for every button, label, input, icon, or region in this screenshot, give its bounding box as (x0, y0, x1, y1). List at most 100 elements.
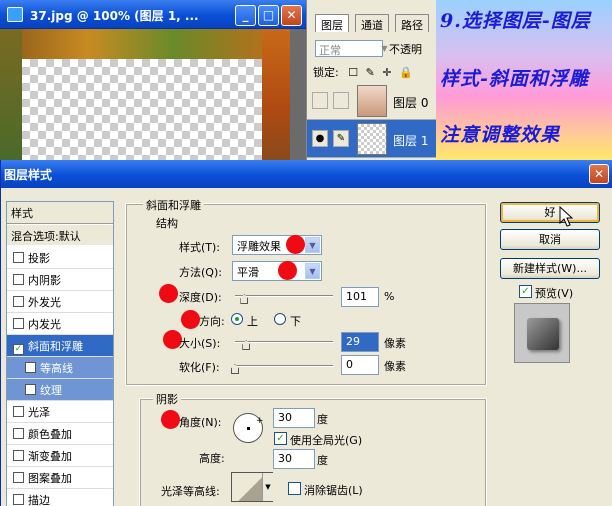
checkbox[interactable] (13, 494, 24, 505)
style-item[interactable]: 纹理 (7, 379, 113, 401)
shading-title: 阴影 (153, 391, 181, 407)
bevel-group-title: 斜面和浮雕 (143, 197, 204, 213)
dialog-title: 图层样式 (4, 168, 53, 182)
size-slider[interactable] (235, 341, 333, 343)
layer-name: 图层 1 (393, 134, 429, 148)
gloss-contour-picker[interactable]: ▼ (231, 472, 273, 502)
layer-thumbnail (357, 85, 387, 117)
style-item[interactable]: 描边 (7, 489, 113, 506)
checkbox[interactable] (25, 362, 36, 373)
style-item-label: 内发光 (28, 318, 61, 331)
preview-checkbox[interactable]: ✓ (519, 285, 532, 298)
layer-row[interactable]: 图层 0 (307, 82, 441, 120)
depth-slider[interactable] (235, 295, 333, 297)
altitude-label: 高度: (199, 452, 225, 465)
style-item-label: 外发光 (28, 296, 61, 309)
document-titlebar[interactable]: 37.jpg @ 100% (图层 1, ... _ □ ✕ (0, 0, 306, 29)
soften-slider[interactable] (235, 365, 333, 367)
style-item[interactable]: 颜色叠加 (7, 423, 113, 445)
altitude-input[interactable]: 30 (273, 449, 315, 469)
direction-up-radio[interactable] (231, 313, 243, 325)
annotation-dot (286, 235, 305, 254)
checkbox[interactable] (13, 472, 24, 483)
link-toggle[interactable] (333, 92, 349, 109)
blending-options-item[interactable]: 混合选项:默认 (7, 225, 113, 245)
lock-brush-icon[interactable]: ✎ (366, 66, 375, 79)
direction-label: 方向: (199, 315, 225, 328)
minimize-button[interactable]: _ (235, 5, 256, 26)
brush-icon[interactable]: ✎ (333, 130, 349, 147)
checkbox[interactable] (13, 406, 24, 417)
preview-label: 预览(V) (535, 287, 574, 300)
style-item[interactable]: 投影 (7, 247, 113, 269)
tab-layers[interactable]: 图层 (315, 14, 349, 32)
style-item-label: 投影 (28, 252, 50, 265)
new-style-button[interactable]: 新建样式(W)... (500, 258, 600, 279)
preview-swatch (527, 318, 559, 350)
style-item[interactable]: 渐变叠加 (7, 445, 113, 467)
style-item[interactable]: 图案叠加 (7, 467, 113, 489)
close-dialog-button[interactable]: ✕ (589, 164, 609, 184)
lock-row: 锁定: ☐ ✎ ✛ 🔒 (313, 64, 441, 80)
lock-transparency-icon[interactable]: ☐ (348, 66, 358, 79)
style-item[interactable]: ✓ 斜面和浮雕 (7, 335, 113, 357)
direction-down-radio[interactable] (274, 313, 286, 325)
anti-alias-checkbox[interactable] (288, 482, 301, 495)
layer-style-dialog: 图层样式 ✕ 样式 混合选项:默认 投影 内阴影 外发光 内发光 ✓ 斜面和浮雕 等高线 纹理… (0, 160, 612, 506)
style-item[interactable]: 内发光 (7, 313, 113, 335)
document-title: 37.jpg @ 100% (图层 1, ... (30, 9, 199, 23)
checkbox[interactable] (13, 252, 24, 263)
visibility-toggle[interactable] (312, 92, 328, 109)
eye-icon[interactable]: ● (312, 130, 328, 147)
style-item[interactable]: 外发光 (7, 291, 113, 313)
size-input[interactable]: 29 (341, 332, 379, 352)
style-select[interactable]: 浮雕效果 ▼ (232, 235, 322, 255)
embossed-frame-left (0, 29, 22, 160)
document-window: 37.jpg @ 100% (图层 1, ... _ □ ✕ (0, 0, 306, 160)
style-item-label: 光泽 (28, 406, 50, 419)
style-item-label: 描边 (28, 494, 50, 506)
checkbox[interactable] (13, 296, 24, 307)
soften-input[interactable]: 0 (341, 355, 379, 375)
annotation-dot (278, 261, 297, 280)
checkbox[interactable] (13, 428, 24, 439)
screen: 37.jpg @ 100% (图层 1, ... _ □ ✕ 图层 通道 路径 … (0, 0, 612, 506)
checkbox[interactable] (25, 384, 36, 395)
checkbox[interactable] (13, 318, 24, 329)
technique-label: 方法(Q): (179, 266, 222, 279)
style-item[interactable]: 等高线 (7, 357, 113, 379)
style-item-label: 等高线 (40, 362, 73, 375)
ok-button[interactable]: 好 (500, 202, 600, 223)
close-window-button[interactable]: ✕ (281, 5, 302, 26)
chevron-down-icon: ▼ (262, 473, 273, 501)
style-item-label: 颜色叠加 (28, 428, 72, 441)
lock-all-icon[interactable]: 🔒 (399, 66, 413, 79)
angle-label: 角度(N): (179, 416, 222, 429)
depth-input[interactable]: 101 (341, 287, 379, 307)
style-list-header[interactable]: 样式 (7, 202, 113, 224)
instruction-line: 注意调整效果 (440, 124, 561, 146)
style-item[interactable]: 内阴影 (7, 269, 113, 291)
layer-row-selected[interactable]: ● ✎ 图层 1 (307, 120, 441, 158)
angle-dial[interactable]: + (233, 413, 264, 443)
angle-input[interactable]: 30 (273, 408, 315, 428)
technique-select[interactable]: 平滑 ▼ (232, 261, 322, 281)
checked-checkbox[interactable]: ✓ (13, 344, 24, 355)
checkbox[interactable] (13, 274, 24, 285)
document-canvas[interactable] (0, 29, 306, 160)
instruction-line: 9.选择图层-图层 (440, 10, 591, 32)
maximize-button[interactable]: □ (258, 5, 279, 26)
lock-move-icon[interactable]: ✛ (382, 66, 391, 79)
cancel-button[interactable]: 取消 (500, 229, 600, 250)
checkbox[interactable] (13, 450, 24, 461)
mouse-cursor-icon (559, 206, 573, 227)
dialog-titlebar[interactable]: 图层样式 ✕ (1, 160, 612, 188)
blend-mode-select[interactable]: 正常 ▼ (315, 40, 388, 57)
style-item[interactable]: 光泽 (7, 401, 113, 423)
tab-channels[interactable]: 通道 (355, 14, 389, 32)
chevron-down-icon: ▼ (305, 263, 320, 279)
anti-alias-label: 消除锯齿(L) (304, 484, 363, 497)
global-light-checkbox[interactable]: ✓ (274, 432, 287, 445)
size-unit: 像素 (384, 337, 406, 350)
tab-paths[interactable]: 路径 (395, 14, 429, 32)
